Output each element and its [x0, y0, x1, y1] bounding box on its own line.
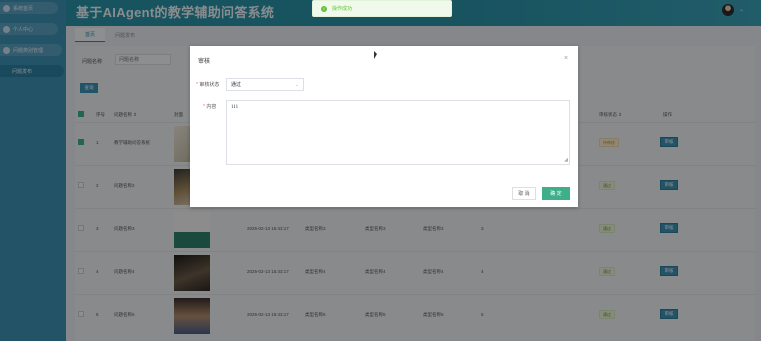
cancel-button[interactable]: 取 消: [512, 187, 536, 200]
content-field-label: * 内容: [203, 104, 217, 110]
content-textarea[interactable]: 111 ◢: [226, 100, 570, 165]
status-select[interactable]: 通过 ⌄: [226, 78, 304, 91]
close-icon[interactable]: ×: [564, 55, 568, 62]
resize-handle-icon[interactable]: ◢: [564, 157, 568, 163]
confirm-button[interactable]: 确 定: [542, 187, 570, 200]
toast-message: 操作成功: [332, 6, 353, 12]
success-toast: ✓ 操作成功: [312, 0, 452, 17]
status-field-label: * 审核状态: [196, 82, 220, 88]
success-icon: ✓: [321, 5, 327, 12]
status-select-value: 通过: [231, 82, 242, 88]
dialog-title: 审核: [198, 59, 211, 65]
review-dialog: 审核 × * 审核状态 通过 ⌄ * 内容 111 ◢ 取 消 确 定: [190, 46, 578, 207]
chevron-down-icon: ⌄: [294, 82, 299, 88]
mouse-cursor-icon: [374, 51, 377, 59]
content-text: 111: [231, 105, 239, 110]
